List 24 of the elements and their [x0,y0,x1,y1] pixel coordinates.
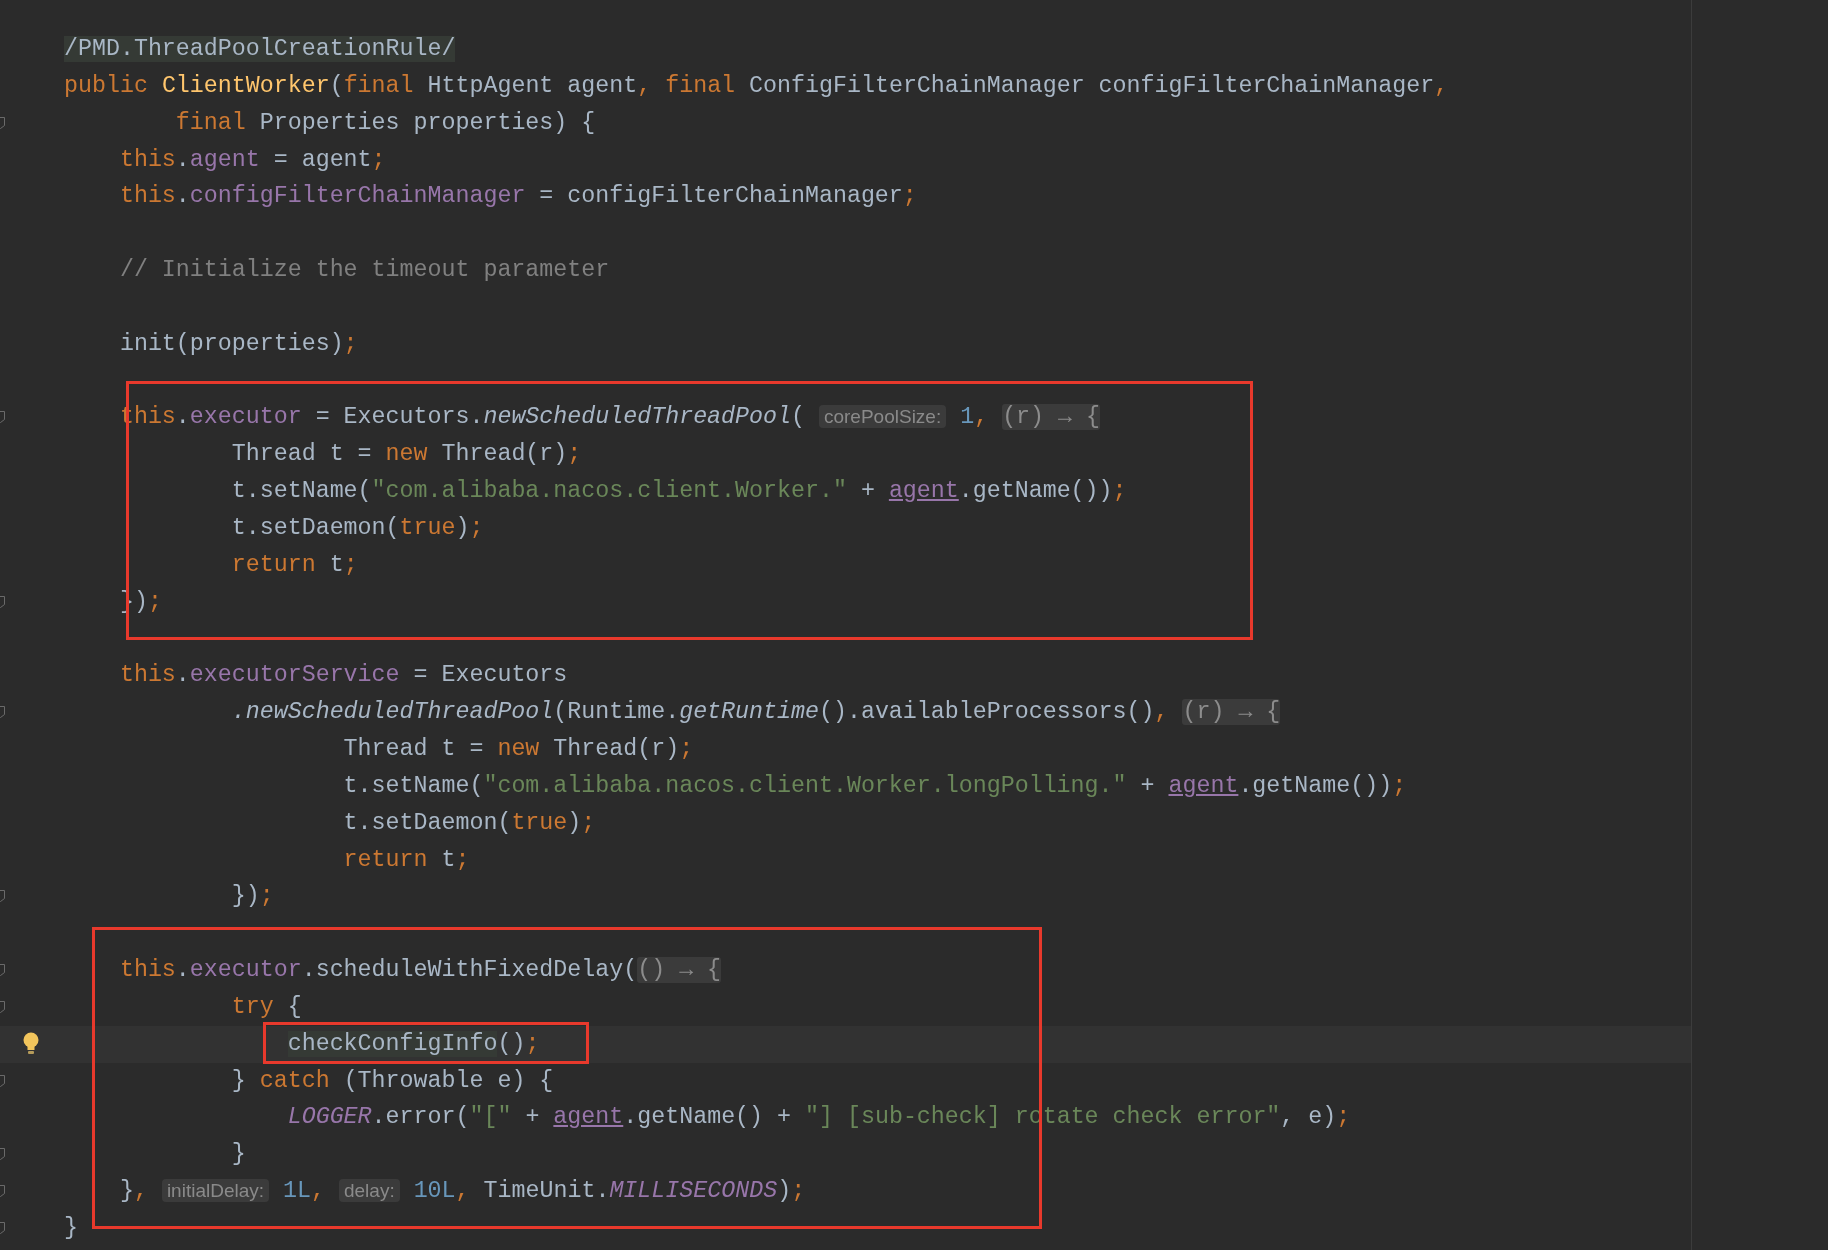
lightbulb-icon[interactable] [22,1031,40,1056]
code-line: }); [230,882,274,912]
code-line: } [230,1140,246,1170]
code-line: final Properties properties) { [174,108,596,138]
code-line: t.setName("com.alibaba.nacos.client.Worker." + agent.getName()); [230,477,1127,507]
code-line: this.executor.scheduleWithFixedDelay(() → { [118,956,722,986]
code-line: this.executorService = Executors [118,661,568,691]
code-line: this.configFilterChainManager = configFilterChainManager; [118,182,917,212]
code-line: }, initialDelay: 1L, delay: 10L, TimeUnit.MILLISECONDS); [118,1177,806,1207]
code-line: init(properties); [118,329,358,359]
code-line: return t; [342,845,470,875]
code-line: Thread t = new Thread(r); [230,440,582,470]
code-line: t.setName("com.alibaba.nacos.client.Worker.longPolling." + agent.getName()); [342,771,1407,801]
code-line: Thread t = new Thread(r); [342,735,694,765]
code-line: } catch (Throwable e) { [230,1066,554,1096]
code-line: // Initialize the timeout parameter [118,256,610,286]
code-line: return t; [230,550,358,580]
code-line: t.setDaemon(true); [342,808,596,838]
code-line: this.agent = agent; [118,145,386,175]
code-line: public ClientWorker(final HttpAgent agent, final ConfigFilterChainManager configFilterChainManager, [64,71,1449,101]
code-line: try { [230,992,302,1022]
code-line: t.setDaemon(true); [230,513,484,543]
code-line: .newScheduledThreadPool(Runtime.getRuntime().availableProcessors(), (r) → { [230,698,1281,728]
code-line: } [64,1214,78,1243]
